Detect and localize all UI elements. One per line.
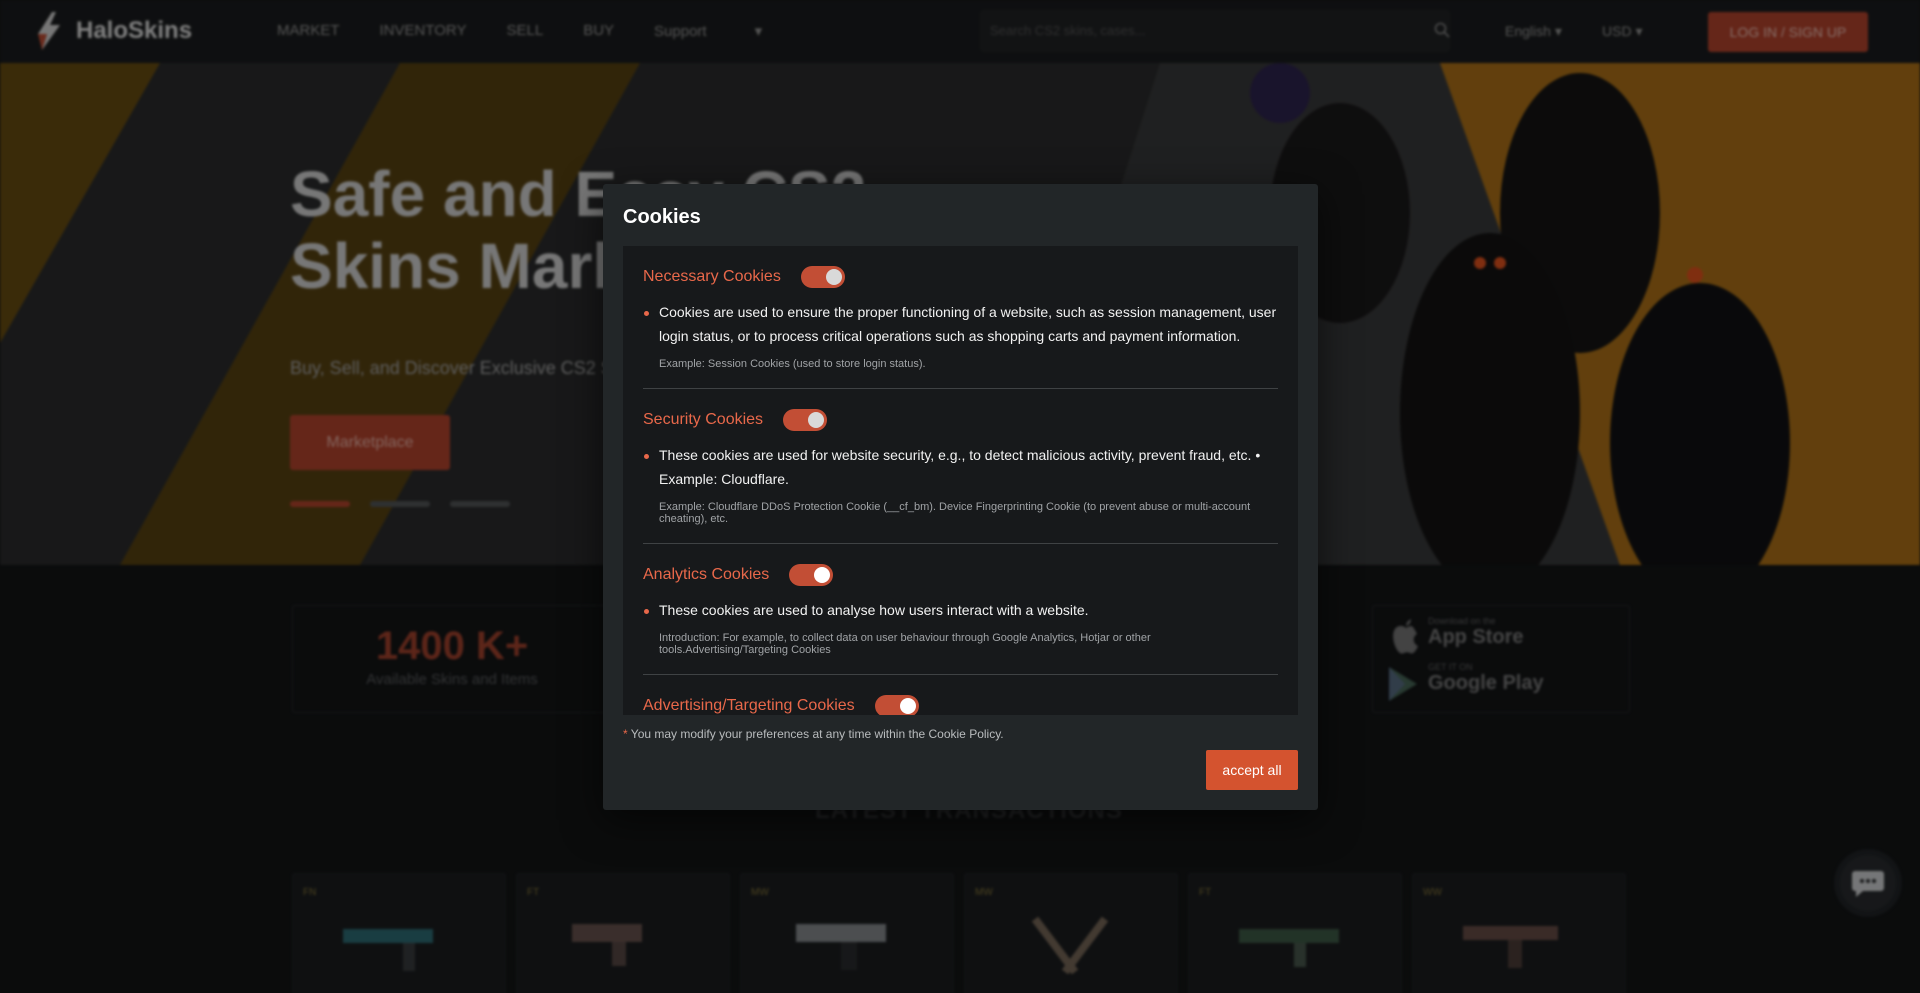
analytics-cookies-toggle[interactable] xyxy=(789,564,834,586)
cookie-section-analytics: Analytics Cookies These cookies are used… xyxy=(643,544,1278,675)
cookie-section-necessary: Necessary Cookies Cookies are used to en… xyxy=(643,246,1278,389)
toggle-knob xyxy=(808,412,825,428)
toggle-knob xyxy=(814,567,831,583)
accept-all-button[interactable]: accept all xyxy=(1206,750,1298,790)
section-title: Security Cookies xyxy=(643,411,764,428)
cookie-consent-modal: Cookies Necessary Cookies Cookies are us… xyxy=(603,184,1318,810)
cookie-sections-scroll[interactable]: Necessary Cookies Cookies are used to en… xyxy=(623,246,1298,715)
advertising-cookies-toggle[interactable] xyxy=(874,695,919,715)
toggle-knob xyxy=(825,269,842,285)
necessary-cookies-toggle[interactable] xyxy=(800,266,845,288)
section-description: These cookies are used to analyse how us… xyxy=(643,598,1278,622)
cookie-section-security: Security Cookies These cookies are used … xyxy=(643,389,1278,544)
section-description: These cookies are used for website secur… xyxy=(643,443,1278,491)
modal-title: Cookies xyxy=(623,206,701,228)
required-star: * xyxy=(623,727,628,741)
section-title: Advertising/Targeting Cookies xyxy=(643,697,855,714)
section-example: Example: Cloudflare DDoS Protection Cook… xyxy=(659,501,1251,525)
section-example: Introduction: For example, to collect da… xyxy=(659,632,1151,656)
note-text: You may modify your preferences at any t… xyxy=(630,727,1004,741)
cookie-policy-note: * You may modify your preferences at any… xyxy=(623,727,1004,741)
section-description: Cookies are used to ensure the proper fu… xyxy=(643,300,1278,348)
section-title: Necessary Cookies xyxy=(643,268,781,285)
section-title: Analytics Cookies xyxy=(643,566,770,583)
toggle-knob xyxy=(899,698,916,714)
section-example: Example: Session Cookies (used to store … xyxy=(659,358,926,370)
security-cookies-toggle[interactable] xyxy=(783,409,828,431)
cookie-section-advertising: Advertising/Targeting Cookies xyxy=(643,675,1278,715)
